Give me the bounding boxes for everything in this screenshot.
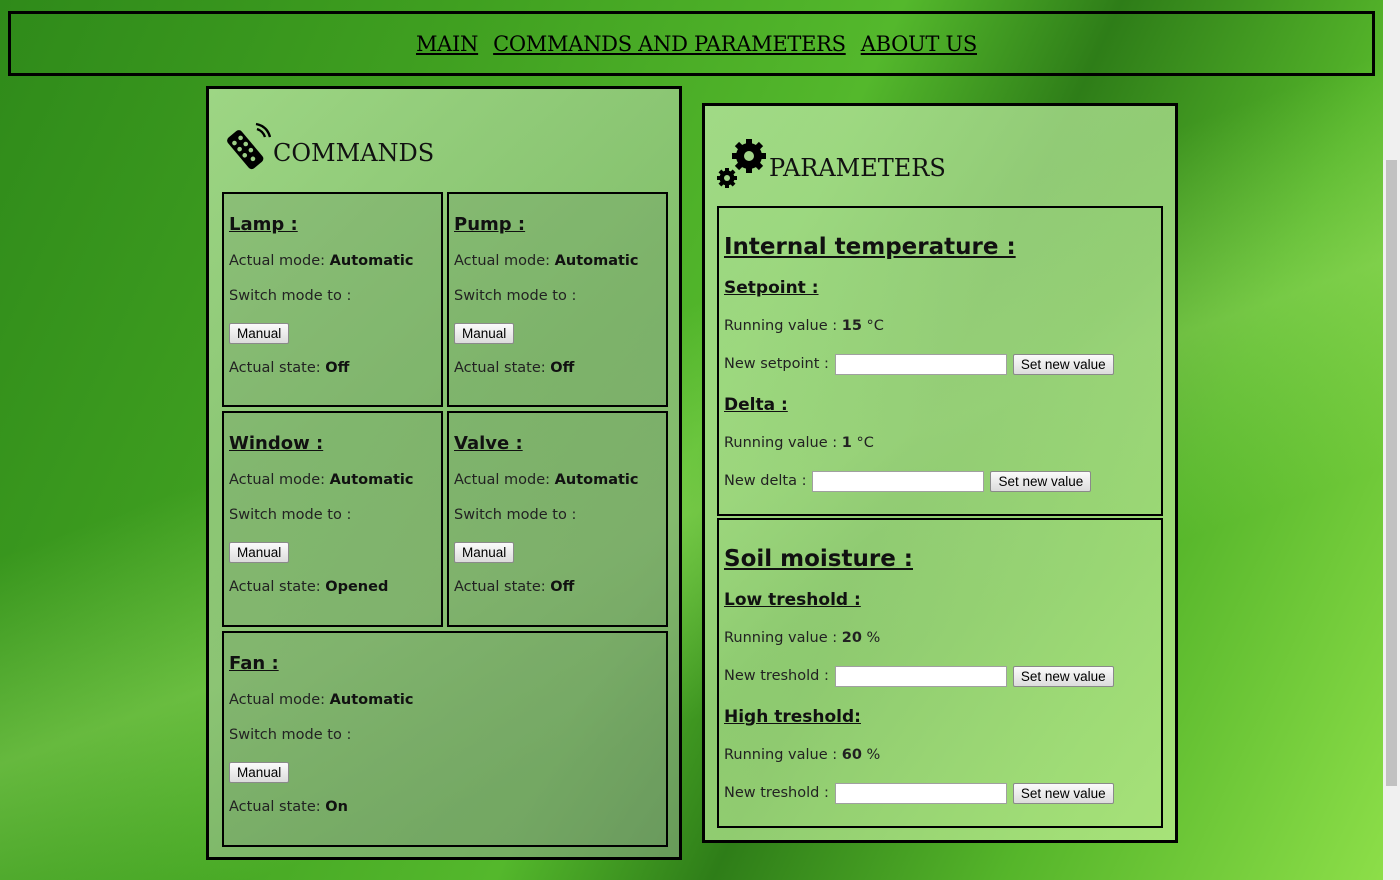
high-treshold-input-row: New treshold : Set new value bbox=[724, 782, 1161, 804]
commands-title: COMMANDS bbox=[273, 139, 435, 167]
lamp-manual-button[interactable]: Manual bbox=[229, 323, 290, 344]
nav-link-main[interactable]: MAIN bbox=[416, 32, 478, 56]
parameters-heading: PARAMETERS bbox=[717, 138, 946, 190]
actual-state-row: Actual state: Opened bbox=[229, 579, 389, 595]
new-setpoint-label: New setpoint : bbox=[724, 356, 829, 372]
switch-mode-label: Switch mode to : bbox=[229, 288, 352, 304]
device-title: Lamp : bbox=[229, 214, 298, 235]
page-scrollbar[interactable] bbox=[1383, 0, 1400, 880]
low-treshold-title: Low treshold : bbox=[724, 590, 861, 610]
high-treshold-title: High treshold: bbox=[724, 707, 861, 727]
set-delta-button[interactable]: Set new value bbox=[990, 470, 1092, 492]
device-title: Window : bbox=[229, 433, 324, 454]
setpoint-running-value: Running value : 15 °C bbox=[724, 318, 884, 334]
device-title: Valve : bbox=[454, 433, 523, 454]
new-high-treshold-input[interactable] bbox=[834, 782, 1007, 804]
new-high-treshold-label: New treshold : bbox=[724, 785, 829, 801]
switch-mode-label: Switch mode to : bbox=[454, 507, 577, 523]
set-low-treshold-button[interactable]: Set new value bbox=[1012, 665, 1114, 687]
actual-mode-row: Actual mode: Automatic bbox=[454, 472, 639, 488]
parameters-title: PARAMETERS bbox=[769, 154, 946, 182]
device-box-valve: Valve : Actual mode: Automatic Switch mo… bbox=[447, 411, 668, 627]
nav-link-about-us[interactable]: ABOUT US bbox=[861, 32, 978, 56]
window-manual-button[interactable]: Manual bbox=[229, 542, 290, 563]
temperature-box: Internal temperature : Setpoint : Runnin… bbox=[717, 206, 1163, 516]
delta-title: Delta : bbox=[724, 395, 788, 415]
setpoint-title: Setpoint : bbox=[724, 278, 819, 298]
high-treshold-running-value: Running value : 60 % bbox=[724, 747, 881, 763]
parameters-panel: PARAMETERS Internal temperature : Setpoi… bbox=[702, 103, 1178, 843]
actual-state-row: Actual state: Off bbox=[454, 579, 575, 595]
switch-mode-label: Switch mode to : bbox=[454, 288, 577, 304]
new-low-treshold-label: New treshold : bbox=[724, 668, 829, 684]
fan-manual-button[interactable]: Manual bbox=[229, 762, 290, 783]
actual-mode-row: Actual mode: Automatic bbox=[229, 472, 414, 488]
temperature-title: Internal temperature : bbox=[724, 234, 1016, 260]
delta-input-row: New delta : Set new value bbox=[724, 470, 1161, 492]
device-box-lamp: Lamp : Actual mode: Automatic Switch mod… bbox=[222, 192, 443, 407]
gears-icon bbox=[717, 139, 766, 188]
delta-running-value: Running value : 1 °C bbox=[724, 435, 874, 451]
device-box-window: Window : Actual mode: Automatic Switch m… bbox=[222, 411, 443, 627]
remote-control-icon bbox=[227, 122, 271, 170]
nav-link-commands-and-parameters[interactable]: COMMANDS AND PARAMETERS bbox=[493, 32, 846, 56]
scrollbar-thumb[interactable] bbox=[1386, 160, 1397, 786]
low-treshold-input-row: New treshold : Set new value bbox=[724, 665, 1161, 687]
device-title: Pump : bbox=[454, 214, 526, 235]
actual-state-row: Actual state: On bbox=[229, 799, 348, 815]
new-low-treshold-input[interactable] bbox=[834, 665, 1007, 687]
device-box-pump: Pump : Actual mode: Automatic Switch mod… bbox=[447, 192, 668, 407]
new-delta-input[interactable] bbox=[812, 470, 985, 492]
soil-moisture-title: Soil moisture : bbox=[724, 546, 913, 572]
actual-mode-row: Actual mode: Automatic bbox=[229, 253, 414, 269]
commands-panel: COMMANDS Lamp : Actual mode: Automatic S… bbox=[206, 86, 682, 860]
setpoint-input-row: New setpoint : Set new value bbox=[724, 353, 1161, 375]
actual-state-row: Actual state: Off bbox=[229, 360, 350, 376]
top-navigation: MAIN COMMANDS AND PARAMETERS ABOUT US bbox=[8, 11, 1375, 76]
pump-manual-button[interactable]: Manual bbox=[454, 323, 515, 344]
switch-mode-label: Switch mode to : bbox=[229, 727, 352, 743]
valve-manual-button[interactable]: Manual bbox=[454, 542, 515, 563]
actual-mode-row: Actual mode: Automatic bbox=[454, 253, 639, 269]
soil-moisture-box: Soil moisture : Low treshold : Running v… bbox=[717, 518, 1163, 828]
new-delta-label: New delta : bbox=[724, 473, 807, 489]
actual-state-row: Actual state: Off bbox=[454, 360, 575, 376]
actual-mode-row: Actual mode: Automatic bbox=[229, 692, 414, 708]
device-box-fan: Fan : Actual mode: Automatic Switch mode… bbox=[222, 631, 668, 847]
set-high-treshold-button[interactable]: Set new value bbox=[1012, 782, 1114, 804]
commands-heading: COMMANDS bbox=[221, 121, 434, 171]
switch-mode-label: Switch mode to : bbox=[229, 507, 352, 523]
device-title: Fan : bbox=[229, 653, 279, 674]
new-setpoint-input[interactable] bbox=[834, 353, 1007, 375]
low-treshold-running-value: Running value : 20 % bbox=[724, 630, 881, 646]
set-setpoint-button[interactable]: Set new value bbox=[1012, 353, 1114, 375]
